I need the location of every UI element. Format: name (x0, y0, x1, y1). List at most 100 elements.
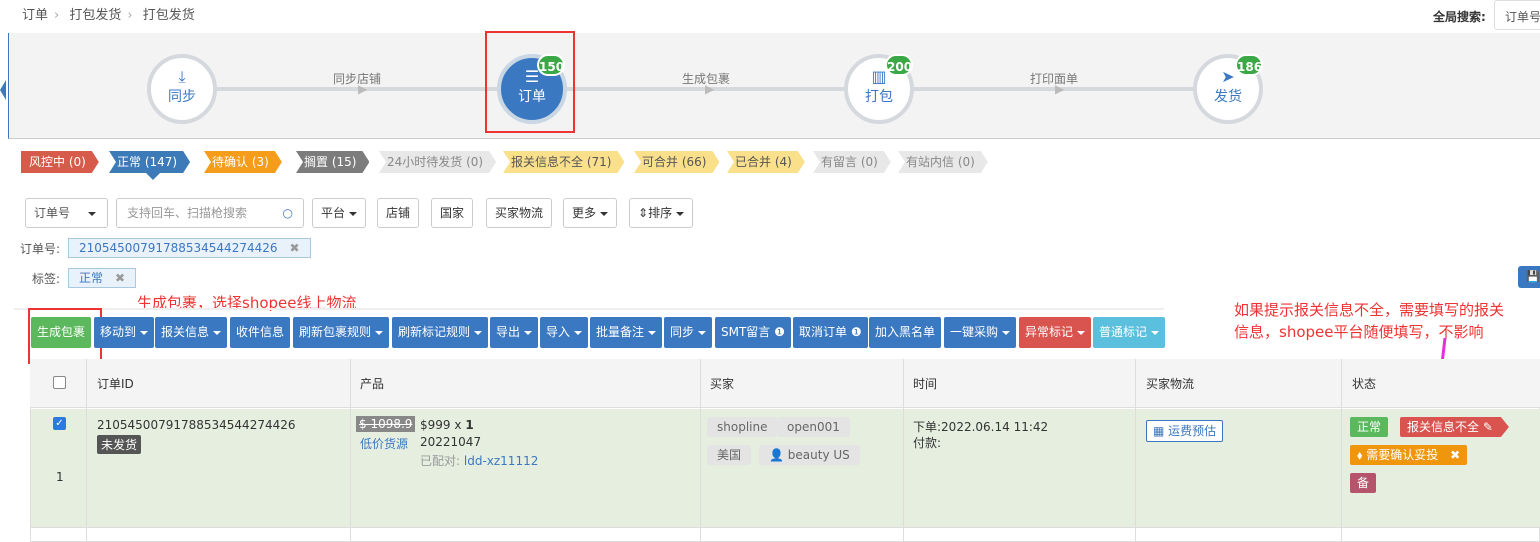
status-tag[interactable]: 有留言 (0) (813, 151, 891, 173)
highlight-box (485, 31, 575, 133)
sync-button[interactable]: 同步 (664, 317, 713, 348)
row-checkbox[interactable]: ✓ (53, 417, 66, 430)
recipient-info-button[interactable]: 收件信息 (230, 317, 291, 348)
pack-count-badge: 200 (885, 54, 913, 76)
status-tag[interactable]: 可合并 (66) (634, 151, 719, 173)
workflow-panel (8, 33, 1540, 139)
sort-dropdown[interactable]: ⇕排序 (629, 198, 694, 228)
note-badge[interactable]: 备 (1350, 473, 1377, 493)
more-dropdown[interactable]: 更多 (563, 198, 618, 228)
matched-line: 已配对: ldd-xz11112 (420, 452, 538, 469)
search-placeholder: 支持回车、扫描枪搜索 (127, 206, 248, 220)
search-type-value: 订单号 (34, 206, 71, 220)
status-confirm-badge: ⬧ 需要确认妥投 ✖ (1350, 445, 1468, 465)
customs-info-button[interactable]: 报关信息 (155, 317, 228, 348)
close-icon[interactable]: ✖ (115, 271, 125, 285)
chevron-down-icon (574, 330, 583, 335)
buyer-logistics-button[interactable]: 买家物流 (486, 198, 553, 228)
global-search-label: 全局搜索: (1433, 10, 1486, 24)
search-type-select[interactable]: 订单号 (25, 198, 108, 228)
buyer-platform-tag: shopline (707, 417, 778, 437)
column-divider (1135, 359, 1136, 542)
status-tag[interactable]: 已合并 (4) (727, 151, 805, 173)
chevron-down-icon (474, 330, 483, 335)
platform-dropdown[interactable]: 平台 (312, 198, 367, 228)
status-tag[interactable]: 24小时待发货 (0) (379, 151, 496, 173)
smt-message-button[interactable]: SMT留言 ❶ (715, 317, 791, 348)
refresh-package-rules-button[interactable]: 刷新包裹规则 (293, 317, 390, 348)
freight-estimate-label: 运费预估 (1168, 424, 1217, 438)
export-button[interactable]: 导出 (490, 317, 539, 348)
import-button[interactable]: 导入 (540, 317, 589, 348)
breadcrumb-item: 打包发货 (142, 8, 195, 23)
arrow-right-icon: ▶ (1055, 82, 1065, 96)
breadcrumb-item[interactable]: 订单 (22, 8, 48, 23)
normal-mark-label: 普通标记 (1099, 325, 1148, 339)
product-quantity: 1 (465, 418, 474, 432)
order-time: 下单:2022.06.14 11:42 (913, 420, 1049, 434)
flow-step-sync[interactable]: ⤓ 同步 (147, 54, 217, 124)
export-label: 导出 (496, 325, 521, 339)
close-icon[interactable]: ✖ (1450, 448, 1460, 462)
chevron-right-icon: › (127, 8, 133, 23)
chevron-down-icon (140, 330, 149, 335)
status-customs-badge[interactable]: 报关信息不全 ✎ (1400, 417, 1509, 437)
status-tag[interactable]: 有站内信 (0) (898, 151, 988, 173)
refresh-tag-rules-label: 刷新标记规则 (398, 325, 471, 339)
collapse-arrow-icon[interactable] (0, 80, 6, 100)
divider (14, 308, 1164, 310)
column-header-status[interactable]: 状态 (1352, 375, 1376, 392)
move-to-button[interactable]: 移动到 (94, 317, 155, 348)
chevron-down-icon (524, 330, 533, 335)
status-tag[interactable]: 搁置 (15) (296, 151, 369, 173)
cancel-order-button[interactable]: 取消订单 ❶ (793, 317, 868, 348)
chevron-down-icon (375, 330, 384, 335)
search-input[interactable]: 支持回车、扫描枪搜索 ○ (116, 198, 304, 228)
batch-note-button[interactable]: 批量备注 (590, 317, 663, 348)
close-icon[interactable]: ✖ (290, 241, 300, 255)
add-blacklist-button[interactable]: 加入黑名单 (869, 317, 942, 348)
column-header-buyer-logistics[interactable]: 买家物流 (1146, 375, 1194, 392)
chevron-down-icon (600, 211, 609, 216)
chevron-down-icon (1077, 330, 1086, 335)
status-tag[interactable]: 风控中 (0) (21, 151, 99, 173)
chevron-down-icon (676, 211, 685, 216)
save-icon[interactable]: 💾 (1518, 266, 1540, 288)
quantity-separator: x (454, 418, 462, 432)
matched-sku-link[interactable]: ldd-xz11112 (464, 454, 538, 468)
column-divider (903, 359, 904, 542)
search-icon[interactable]: ○ (283, 199, 293, 227)
status-tag[interactable]: 待确认 (3) (204, 151, 282, 173)
shop-button[interactable]: 店铺 (377, 198, 420, 228)
column-header-product[interactable]: 产品 (360, 375, 384, 392)
exception-mark-button[interactable]: 异常标记 (1019, 317, 1092, 348)
column-header-buyer[interactable]: 买家 (710, 375, 734, 392)
freight-estimate-button[interactable]: ▦ 运费预估 (1146, 420, 1224, 442)
refresh-tag-rules-button[interactable]: 刷新标记规则 (392, 317, 489, 348)
normal-mark-button[interactable]: 普通标记 (1093, 317, 1166, 348)
chevron-down-icon (648, 330, 657, 335)
order-filter-label: 订单号: (20, 242, 61, 256)
order-id[interactable]: 210545007917885345442744​26 (97, 418, 296, 432)
highlight-box (28, 308, 102, 364)
country-button[interactable]: 国家 (431, 198, 474, 228)
status-tag[interactable]: 报关信息不全 (71) (503, 151, 624, 173)
low-price-source-link[interactable]: 低价货源 (360, 435, 408, 452)
column-header-time[interactable]: 时间 (913, 375, 937, 392)
global-search-select[interactable]: 订单号 (1494, 0, 1540, 30)
edit-icon[interactable]: ✎ (1483, 420, 1493, 434)
one-click-purchase-button[interactable]: 一键采购 (944, 317, 1017, 348)
column-header-order-id[interactable]: 订单ID (97, 375, 134, 392)
tag-filter-chip: 正常 ✖ (68, 268, 137, 288)
status-tag-active[interactable]: 正常 (147) (109, 151, 190, 173)
breadcrumb-item[interactable]: 打包发货 (69, 8, 121, 23)
select-all-checkbox[interactable] (53, 376, 66, 389)
order-filter-value: 2105450079178853454427442​6 (79, 241, 278, 255)
matched-label: 已配对: (420, 454, 461, 468)
chevron-down-icon (1002, 330, 1011, 335)
sort-icon: ⇕ (638, 206, 649, 220)
exception-mark-label: 异常标记 (1025, 325, 1074, 339)
download-icon: ⤓ (178, 67, 186, 86)
user-icon: 👤 (769, 448, 784, 462)
chevron-down-icon (698, 330, 707, 335)
